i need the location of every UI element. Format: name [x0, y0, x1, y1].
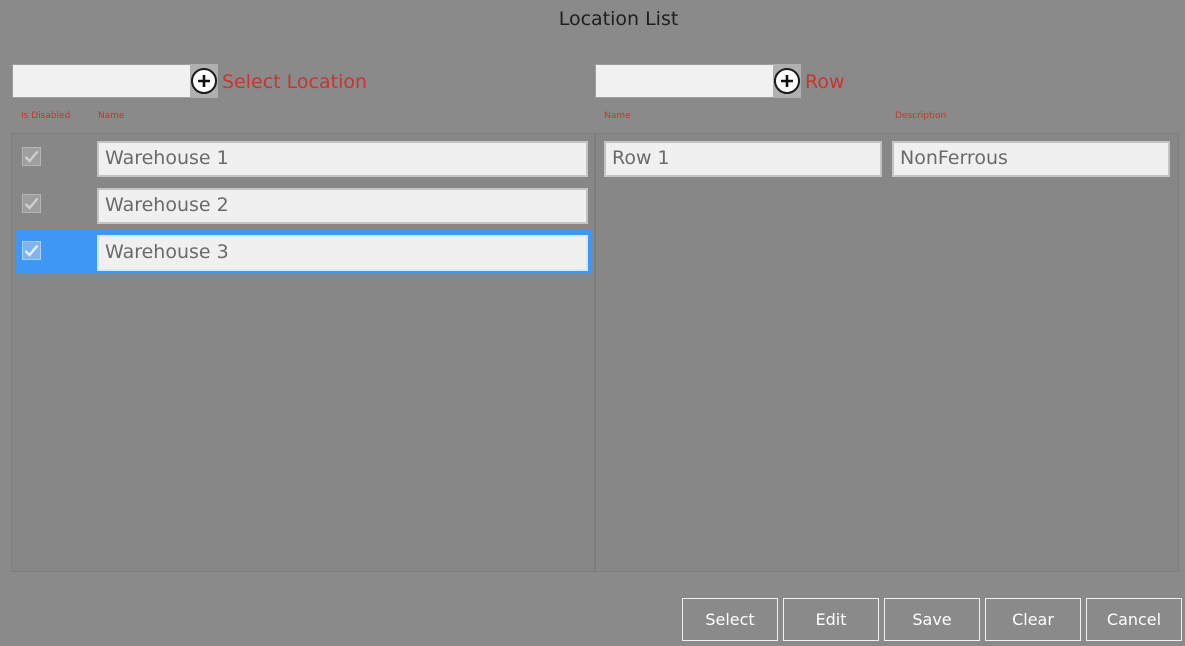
- row-description-field[interactable]: NonFerrous: [892, 141, 1170, 177]
- col-header-name: Name: [604, 111, 631, 121]
- add-location-button-area[interactable]: [190, 64, 218, 98]
- clear-button[interactable]: Clear: [985, 598, 1081, 641]
- row-label: Row: [805, 71, 845, 93]
- location-name-field[interactable]: Warehouse 1: [97, 141, 588, 177]
- save-button[interactable]: Save: [884, 598, 980, 641]
- is-disabled-checkbox[interactable]: [22, 194, 41, 213]
- window-title: Location List: [558, 8, 679, 30]
- list-item[interactable]: Warehouse 1: [12, 136, 592, 180]
- location-search-input[interactable]: [12, 64, 192, 98]
- checkmark-icon: [24, 244, 39, 257]
- row-search-input[interactable]: [595, 64, 775, 98]
- plus-circle-icon[interactable]: [774, 68, 800, 94]
- is-disabled-checkbox[interactable]: [22, 147, 41, 166]
- list-item[interactable]: Warehouse 2: [12, 183, 592, 227]
- location-list[interactable]: Warehouse 1 Warehouse 2 Warehouse 3: [11, 133, 595, 572]
- location-name-field[interactable]: Warehouse 2: [97, 188, 588, 224]
- plus-circle-icon[interactable]: [191, 68, 217, 94]
- checkmark-icon: [24, 150, 39, 163]
- col-header-name: Name: [98, 111, 125, 121]
- location-name-field[interactable]: Warehouse 3: [97, 235, 588, 271]
- is-disabled-checkbox[interactable]: [22, 241, 41, 260]
- select-button[interactable]: Select: [682, 598, 778, 641]
- col-header-is-disabled: Is Disabled: [21, 111, 71, 121]
- row-list[interactable]: Row 1 NonFerrous: [595, 133, 1179, 572]
- col-header-description: Description: [895, 111, 947, 121]
- row-name-field[interactable]: Row 1: [604, 141, 882, 177]
- cancel-button[interactable]: Cancel: [1086, 598, 1182, 641]
- list-item-selected[interactable]: Warehouse 3: [15, 230, 592, 274]
- add-row-button-area[interactable]: [773, 64, 801, 98]
- edit-button[interactable]: Edit: [783, 598, 879, 641]
- checkmark-icon: [24, 197, 39, 210]
- select-location-label: Select Location: [222, 71, 368, 93]
